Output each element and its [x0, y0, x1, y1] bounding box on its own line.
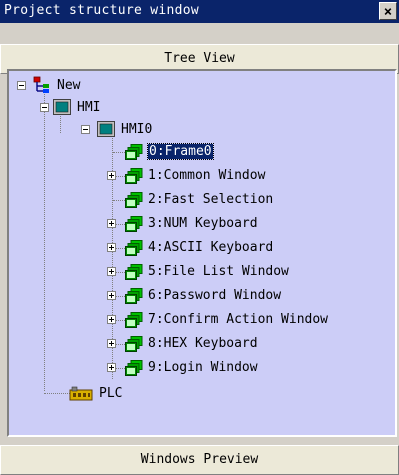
window-frame-icon — [125, 288, 143, 304]
plc-icon — [69, 386, 93, 401]
tree-node-label: 1:Common Window — [148, 168, 266, 183]
expand-icon[interactable] — [107, 315, 116, 324]
collapse-icon[interactable] — [40, 103, 49, 112]
hmi-screen-icon — [97, 121, 115, 137]
window-frame-icon — [125, 360, 143, 376]
tree-node-label: 0:Frame0 — [147, 143, 214, 160]
window-title: Project structure window — [4, 3, 200, 18]
tree-node-label: PLC — [99, 386, 123, 401]
tree-node-hmi0[interactable]: HMI0 — [9, 119, 209, 141]
expand-icon[interactable] — [107, 291, 116, 300]
tree-node-frame[interactable]: 2:Fast Selection — [9, 189, 389, 211]
tree-node-label: 3:NUM Keyboard — [148, 216, 258, 231]
tree-node-frame[interactable]: 0:Frame0 — [9, 141, 389, 163]
tree-node-hmi[interactable]: HMI — [9, 97, 209, 119]
tree-node-label: 9:Login Window — [148, 360, 258, 375]
tree-node-new[interactable]: New — [9, 75, 209, 97]
project-root-icon — [33, 76, 49, 93]
tree-node-frame[interactable]: 1:Common Window — [9, 165, 389, 187]
tree-node-frame[interactable]: 8:HEX Keyboard — [9, 333, 389, 355]
tree-node-frame[interactable]: 4:ASCII Keyboard — [9, 237, 389, 259]
expand-icon[interactable] — [107, 363, 116, 372]
window-frame-icon — [125, 312, 143, 328]
tree-node-label: New — [57, 78, 81, 93]
tree-node-label: 5:File List Window — [148, 264, 289, 279]
tree-node-label: 6:Password Window — [148, 288, 282, 303]
expand-icon[interactable] — [107, 243, 116, 252]
tree-node-label: 8:HEX Keyboard — [148, 336, 258, 351]
hmi-screen-icon — [53, 99, 71, 115]
tree-node-plc[interactable]: PLC — [9, 383, 209, 405]
collapse-icon[interactable] — [17, 81, 26, 90]
tree-node-label: HMI — [77, 100, 101, 115]
window-frame-icon — [125, 216, 143, 232]
tab-windows-preview[interactable]: Windows Preview — [0, 445, 399, 475]
window-frame-icon — [125, 192, 143, 208]
tree-node-frame[interactable]: 9:Login Window — [9, 357, 389, 379]
window-frame-icon — [125, 264, 143, 280]
expand-icon[interactable] — [107, 171, 116, 180]
tree-node-label: 7:Confirm Action Window — [148, 312, 329, 327]
tree-node-frame[interactable]: 3:NUM Keyboard — [9, 213, 389, 235]
tree-node-frame[interactable]: 6:Password Window — [9, 285, 389, 307]
close-icon[interactable]: × — [379, 2, 397, 20]
tree-panel[interactable]: New HMI HMI0 0:Frame0 1:Common Window 2:Fa… — [7, 69, 397, 437]
collapse-icon[interactable] — [81, 125, 90, 134]
tree-node-label: 2:Fast Selection — [148, 192, 274, 207]
expand-icon[interactable] — [107, 339, 116, 348]
window-frame-icon — [125, 240, 143, 256]
title-bar: Project structure window × — [0, 0, 399, 23]
window-frame-icon — [125, 336, 143, 352]
tree-node-label: HMI0 — [121, 122, 153, 137]
expand-icon[interactable] — [107, 219, 116, 228]
tree-node-frame[interactable]: 5:File List Window — [9, 261, 389, 283]
tree-node-label: 4:ASCII Keyboard — [148, 240, 274, 255]
tree-node-frame[interactable]: 7:Confirm Action Window — [9, 309, 389, 331]
expand-icon[interactable] — [107, 267, 116, 276]
window-frame-icon — [125, 144, 143, 160]
window-frame-icon — [125, 168, 143, 184]
